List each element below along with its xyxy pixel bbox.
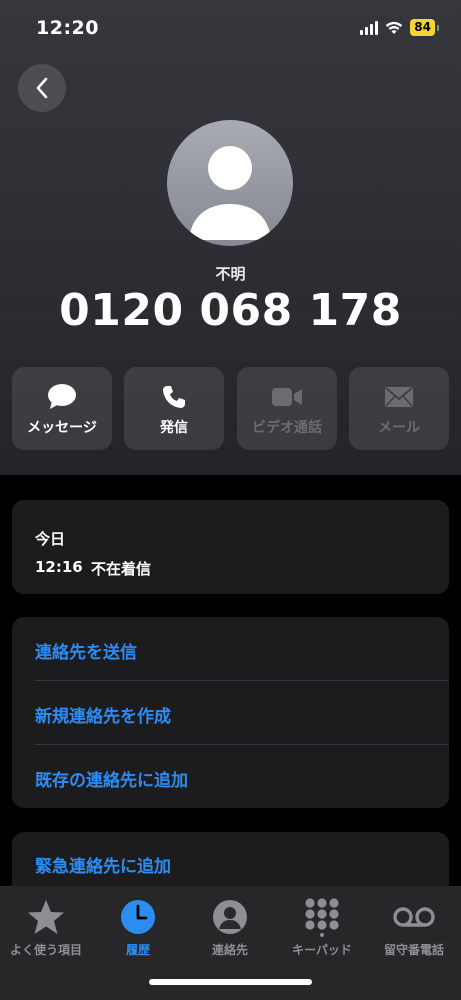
- keypad-icon: [305, 898, 339, 937]
- status-time: 12:20: [36, 17, 99, 39]
- battery-icon: 84: [410, 19, 435, 36]
- person-icon: [213, 900, 247, 934]
- status-icons: 84: [360, 19, 439, 36]
- call-label: 発信: [160, 420, 188, 436]
- clock-icon: [121, 900, 155, 934]
- share-contact-button[interactable]: 連絡先を送信: [35, 638, 137, 663]
- tab-keypad[interactable]: キーパッド: [276, 897, 368, 958]
- home-indicator[interactable]: [149, 979, 312, 985]
- tab-contacts[interactable]: 連絡先: [184, 897, 276, 958]
- cellular-signal-icon: [360, 20, 379, 35]
- wifi-icon: [386, 21, 403, 34]
- video-call-label: ビデオ通話: [252, 420, 322, 436]
- mail-icon: [385, 387, 413, 407]
- message-icon: [48, 384, 76, 409]
- phone-number: 0120 068 178: [59, 285, 402, 336]
- tab-label: キーパッド: [292, 943, 352, 957]
- add-emergency-contact-button[interactable]: 緊急連絡先に追加: [35, 852, 171, 877]
- recent-time: 12:16: [35, 558, 83, 576]
- caller-label: 不明: [215, 265, 246, 283]
- message-button[interactable]: メッセージ: [12, 367, 112, 450]
- recent-calls-card: 今日 12:16 不在着信: [12, 500, 449, 594]
- battery-tip: [437, 24, 439, 31]
- create-contact-button[interactable]: 新規連絡先を作成: [35, 702, 171, 727]
- voicemail-icon: [393, 907, 435, 927]
- video-call-button[interactable]: ビデオ通話: [237, 367, 337, 450]
- video-icon: [272, 388, 302, 406]
- recent-date: 今日: [35, 530, 66, 548]
- message-label: メッセージ: [27, 420, 97, 436]
- contact-avatar: [167, 120, 293, 246]
- mail-label: メール: [378, 420, 420, 436]
- back-button[interactable]: [18, 64, 66, 112]
- divider: [35, 680, 449, 681]
- chevron-left-icon: [36, 77, 48, 99]
- tab-label: 留守番電話: [383, 943, 444, 957]
- contact-options-card: 連絡先を送信 新規連絡先を作成 既存の連絡先に追加: [12, 617, 449, 808]
- divider: [35, 744, 449, 745]
- tab-label: 履歴: [125, 943, 150, 957]
- recent-call-type: 不在着信: [91, 560, 152, 578]
- status-bar: 12:20 84: [0, 0, 461, 58]
- phone-icon: [163, 386, 185, 408]
- tab-label: よく使う項目: [9, 943, 82, 957]
- tab-recents[interactable]: 履歴: [92, 897, 184, 958]
- tab-favorites[interactable]: よく使う項目: [0, 897, 92, 958]
- tab-label: 連絡先: [211, 943, 248, 957]
- mail-button[interactable]: メール: [349, 367, 449, 450]
- tab-voicemail[interactable]: 留守番電話: [368, 897, 460, 958]
- person-silhouette-icon: [189, 146, 271, 240]
- call-button[interactable]: 発信: [124, 367, 224, 450]
- star-icon: [28, 900, 64, 934]
- add-to-existing-contact-button[interactable]: 既存の連絡先に追加: [35, 766, 188, 791]
